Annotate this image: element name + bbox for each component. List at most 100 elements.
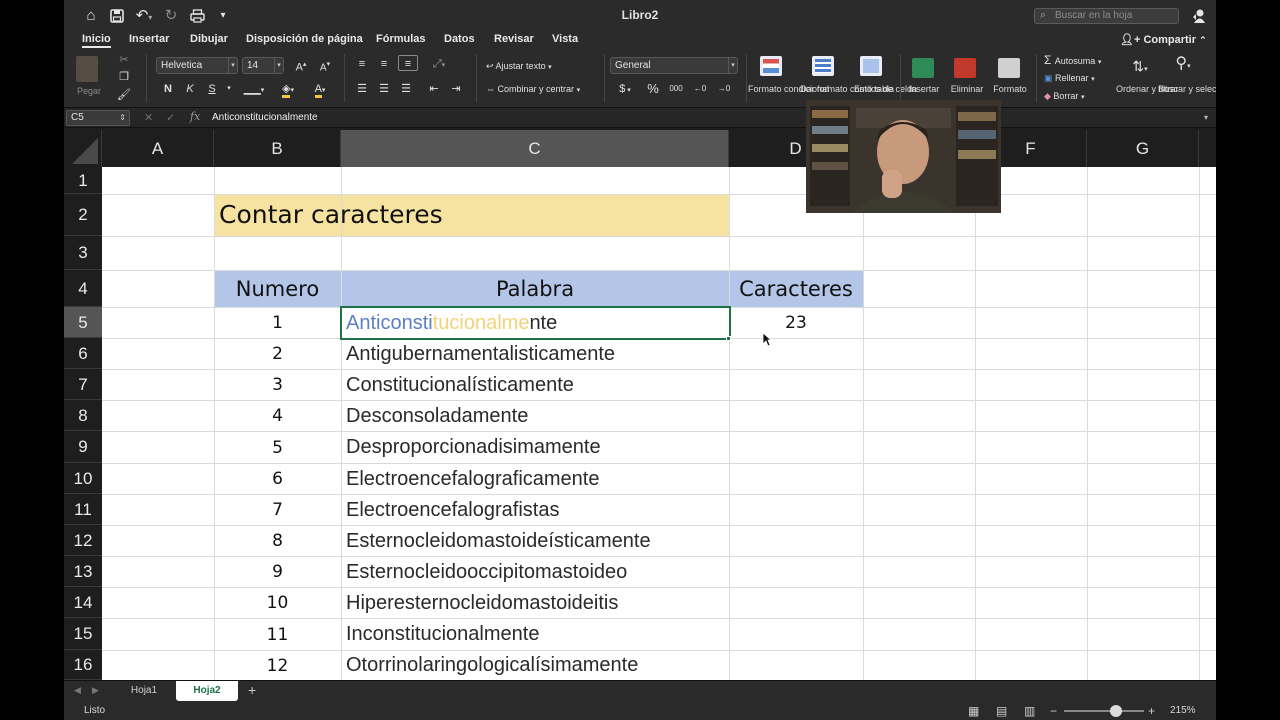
- increase-font-icon[interactable]: A▴: [290, 57, 312, 74]
- zoom-slider[interactable]: [1064, 710, 1144, 712]
- font-size-select[interactable]: 14 ▾: [242, 57, 284, 74]
- numero-cell[interactable]: 8: [214, 525, 341, 556]
- tab-disposicion[interactable]: Disposición de página: [246, 33, 363, 45]
- align-bottom-icon[interactable]: ≡: [398, 55, 418, 71]
- sheet-tab-hoja1[interactable]: Hoja1: [116, 681, 172, 701]
- palabra-cell[interactable]: Antigubernamentalisticamente: [346, 338, 615, 369]
- palabra-cell[interactable]: Esternocleidooccipitomastoideo: [346, 556, 627, 587]
- palabra-cell[interactable]: Desconsoladamente: [346, 400, 528, 431]
- sheet-tab-hoja2[interactable]: Hoja2: [176, 681, 238, 701]
- number-format-select[interactable]: General ▾: [610, 57, 738, 74]
- undo-icon[interactable]: ↶▾: [132, 6, 156, 26]
- borders-icon[interactable]: ▁▁▾: [240, 81, 268, 97]
- conditional-format-label[interactable]: Formato condicional: [748, 84, 829, 94]
- row-header-9[interactable]: 9: [64, 431, 102, 463]
- zoom-slider-thumb[interactable]: [1110, 705, 1122, 717]
- row-header-15[interactable]: 15: [64, 618, 102, 650]
- format-label[interactable]: Formato: [990, 84, 1030, 94]
- share-button[interactable]: 👤︎+ Compartir ⌃: [1120, 33, 1207, 46]
- chevron-left-icon[interactable]: ◀: [74, 685, 81, 696]
- align-middle-icon[interactable]: ≡: [376, 56, 392, 72]
- row-header-1[interactable]: 1: [64, 167, 102, 194]
- sheet-title[interactable]: Contar caracteres: [219, 194, 443, 236]
- numero-cell[interactable]: 9: [214, 556, 341, 587]
- palabra-cell[interactable]: Electroencefalograficamente: [346, 463, 599, 494]
- palabra-cell[interactable]: Inconstitucionalmente: [346, 618, 539, 650]
- format-cells-icon[interactable]: [998, 58, 1020, 78]
- numero-cell[interactable]: 5: [214, 431, 341, 463]
- column-header-b[interactable]: B: [214, 130, 341, 167]
- fill-handle[interactable]: [726, 336, 731, 341]
- column-header-c[interactable]: C: [341, 130, 729, 167]
- chevron-down-icon[interactable]: ▾: [224, 81, 234, 97]
- tab-vista[interactable]: Vista: [552, 33, 578, 45]
- increase-indent-icon[interactable]: ⇥: [448, 81, 464, 97]
- select-all-button[interactable]: [64, 130, 102, 167]
- header-caracteres[interactable]: Caracteres: [729, 270, 863, 307]
- print-icon[interactable]: [188, 6, 206, 26]
- find-select-label[interactable]: Buscar y seleccionar: [1158, 84, 1216, 94]
- sort-filter-label[interactable]: Ordenar y filtrar: [1116, 84, 1179, 94]
- chevron-right-icon[interactable]: ▶: [92, 685, 99, 696]
- align-right-icon[interactable]: ☰: [398, 81, 414, 97]
- bold-button[interactable]: N: [160, 81, 176, 97]
- insert-function-icon[interactable]: fx: [190, 110, 200, 123]
- row-header-16[interactable]: 16: [64, 650, 102, 680]
- percent-button[interactable]: %: [644, 81, 662, 97]
- format-painter-icon[interactable]: 🖌︎: [116, 87, 132, 103]
- font-color-icon[interactable]: A▾: [306, 81, 334, 98]
- column-header-g[interactable]: G: [1087, 130, 1199, 167]
- caracteres-cell[interactable]: 23: [729, 307, 863, 338]
- wrap-text-button[interactable]: ↩ Ajustar texto ▾: [486, 58, 576, 74]
- decrease-decimal-icon[interactable]: →0: [714, 81, 734, 97]
- palabra-cell[interactable]: Hiperesternocleidomastoideitis: [346, 587, 618, 618]
- clear-button[interactable]: ◆ Borrar ▾: [1044, 88, 1114, 104]
- tab-revisar[interactable]: Revisar: [494, 33, 534, 45]
- row-header-6[interactable]: 6: [64, 338, 102, 369]
- page-break-icon[interactable]: ▥: [1024, 704, 1035, 718]
- find-select-icon[interactable]: ⚲▾: [1168, 56, 1198, 72]
- numero-cell[interactable]: 11: [214, 618, 341, 650]
- header-numero[interactable]: Numero: [214, 270, 341, 307]
- chevron-up-icon[interactable]: ⌃: [1199, 35, 1207, 45]
- enter-icon[interactable]: ✓: [166, 111, 175, 124]
- tab-dibujar[interactable]: Dibujar: [190, 33, 228, 45]
- numero-cell[interactable]: 2: [214, 338, 341, 369]
- palabra-cell[interactable]: Esternocleidomastoideísticamente: [346, 525, 651, 556]
- numero-cell[interactable]: 4: [214, 400, 341, 431]
- numero-cell[interactable]: 3: [214, 369, 341, 400]
- increase-decimal-icon[interactable]: ←0: [690, 81, 710, 97]
- zoom-in-icon[interactable]: +: [1148, 704, 1155, 718]
- row-header-8[interactable]: 8: [64, 400, 102, 431]
- row-header-12[interactable]: 12: [64, 525, 102, 556]
- copy-icon[interactable]: ❐: [116, 69, 132, 85]
- formula-input[interactable]: Anticonstitucionalmente: [212, 109, 1202, 127]
- insert-cells-icon[interactable]: [912, 58, 934, 78]
- palabra-cell[interactable]: Constitucionalísticamente: [346, 369, 574, 400]
- numero-cell[interactable]: 1: [214, 307, 341, 338]
- numero-cell[interactable]: 6: [214, 463, 341, 494]
- currency-button[interactable]: $ ▾: [612, 81, 638, 97]
- row-header-13[interactable]: 13: [64, 556, 102, 587]
- tab-formulas[interactable]: Fórmulas: [376, 33, 426, 45]
- tab-insertar[interactable]: Insertar: [129, 33, 169, 45]
- paste-icon[interactable]: [76, 56, 98, 82]
- palabra-cell[interactable]: Desproporcionadisimamente: [346, 431, 601, 463]
- sort-filter-icon[interactable]: ⇅▾: [1124, 58, 1156, 74]
- tab-inicio[interactable]: Inicio: [82, 33, 111, 48]
- font-name-select[interactable]: Helvetica ▾: [156, 57, 238, 74]
- format-as-table-label[interactable]: Dar formato como tabla: [800, 84, 894, 94]
- cancel-icon[interactable]: ✕: [144, 111, 153, 124]
- autosum-button[interactable]: Σ Autosuma ▾: [1044, 52, 1114, 68]
- cell-styles-label[interactable]: Estilos de celda: [854, 84, 917, 94]
- delete-cells-icon[interactable]: [954, 58, 976, 78]
- italic-button[interactable]: K: [182, 81, 198, 97]
- normal-view-icon[interactable]: ▦: [968, 704, 979, 718]
- decrease-font-icon[interactable]: A▾: [314, 57, 336, 73]
- save-icon[interactable]: [108, 6, 126, 26]
- row-header-10[interactable]: 10: [64, 463, 102, 494]
- fill-color-icon[interactable]: ◈▾: [274, 81, 302, 98]
- decrease-indent-icon[interactable]: ⇤: [426, 81, 442, 97]
- fill-button[interactable]: ▣ Rellenar ▾: [1044, 70, 1114, 86]
- redo-icon[interactable]: ↻: [162, 6, 180, 26]
